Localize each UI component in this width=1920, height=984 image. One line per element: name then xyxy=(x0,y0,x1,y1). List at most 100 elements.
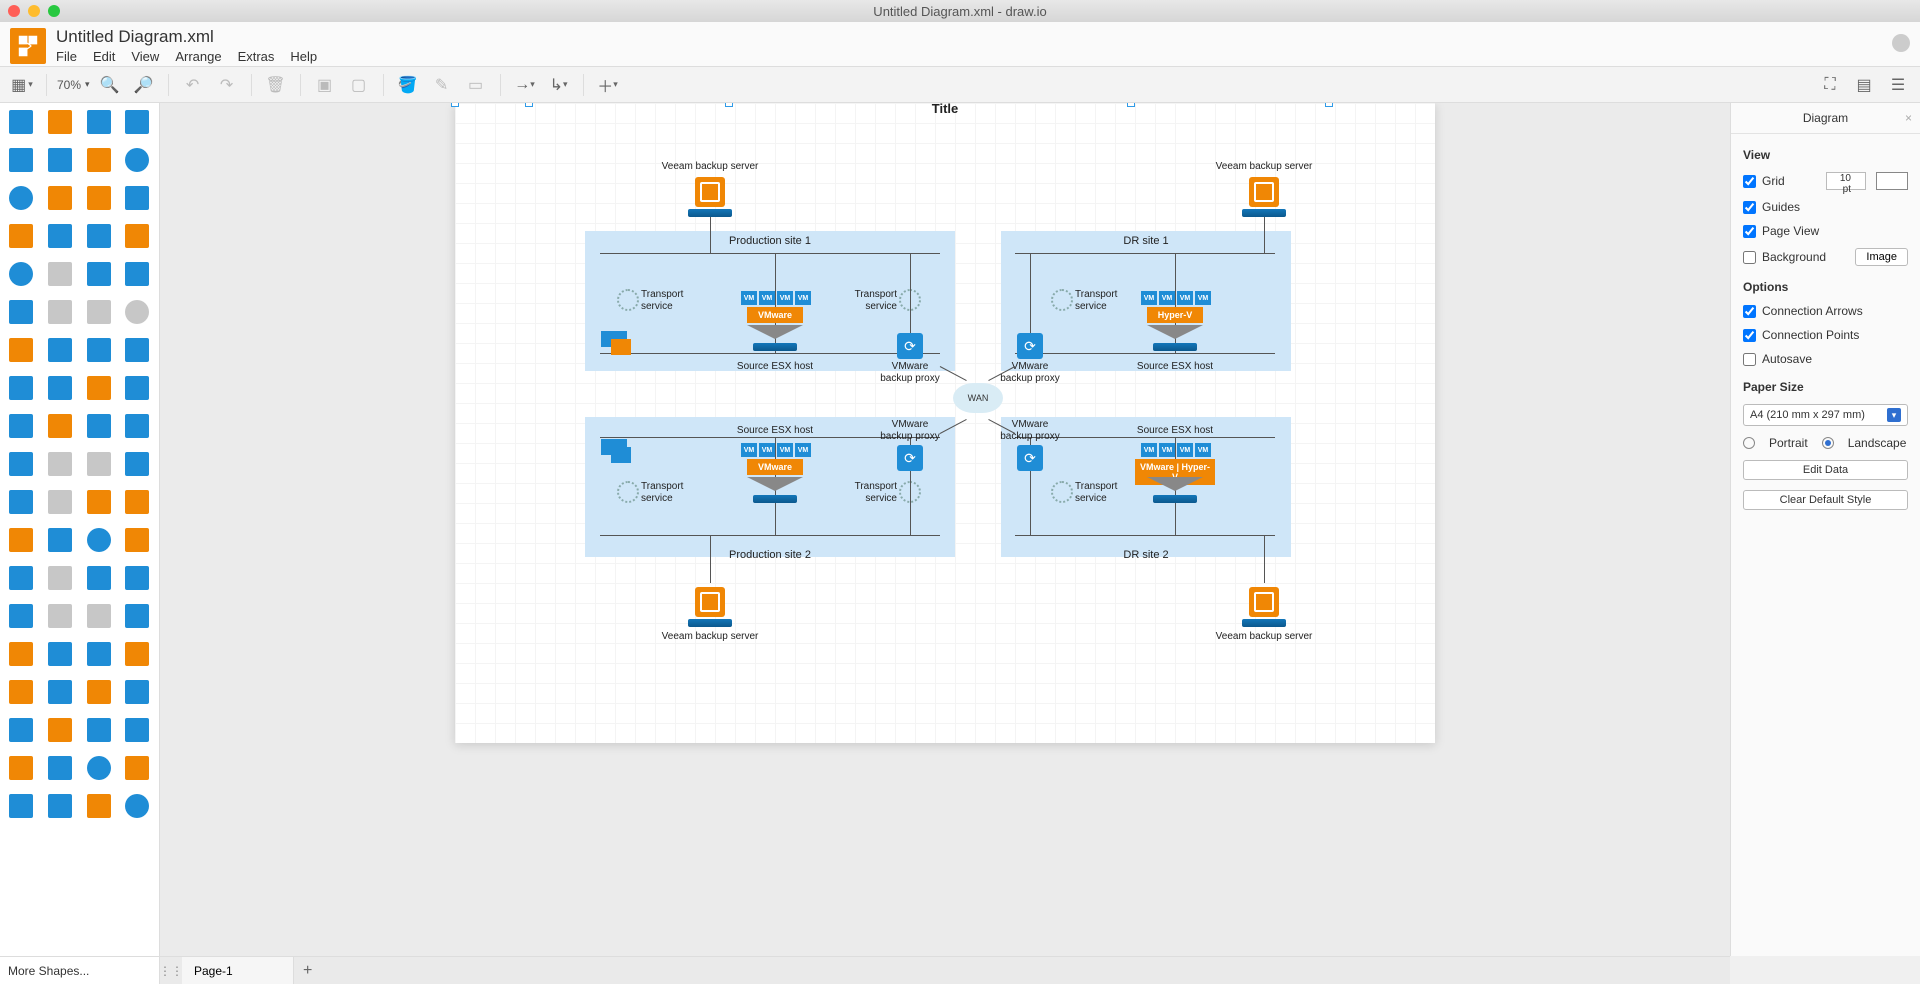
page[interactable]: Title WAN Production site 1 Veeam backup… xyxy=(455,103,1435,743)
to-back-button[interactable]: ▢ xyxy=(345,71,373,99)
proxy-icon[interactable]: ⟳ xyxy=(897,445,923,471)
vm-row[interactable]: VMVMVMVM xyxy=(741,291,811,305)
globe-icon[interactable] xyxy=(1892,34,1910,52)
minimize-window-button[interactable] xyxy=(28,5,40,17)
menu-file[interactable]: File xyxy=(56,49,77,64)
transport-label: Transport service xyxy=(641,481,691,504)
pageview-checkbox[interactable] xyxy=(1743,225,1756,238)
selection-handle[interactable] xyxy=(451,103,459,107)
close-icon[interactable]: × xyxy=(1905,111,1912,125)
connection-style-button[interactable]: →▾ xyxy=(511,71,539,99)
grid-checkbox[interactable] xyxy=(1743,175,1756,188)
redo-button[interactable]: ↷ xyxy=(213,71,241,99)
transport-label: Transport service xyxy=(847,289,897,312)
to-front-button[interactable]: ▣ xyxy=(311,71,339,99)
waypoint-style-button[interactable]: ↳▾ xyxy=(545,71,573,99)
autosave-checkbox[interactable] xyxy=(1743,353,1756,366)
page-title-shape[interactable]: Title xyxy=(932,103,959,116)
view-section-heading: View xyxy=(1743,148,1908,162)
veeam-server-icon[interactable] xyxy=(695,177,725,207)
site-label: Production site 1 xyxy=(729,235,811,247)
format-panel: Diagram× View Grid 10 pt Guides Page Vie… xyxy=(1730,103,1920,956)
paper-size-select[interactable]: A4 (210 mm x 297 mm)▾ xyxy=(1743,404,1908,426)
bus-line xyxy=(600,353,940,354)
hypervisor-label: VMware xyxy=(747,307,803,323)
hypervisor-label: Hyper-V xyxy=(1147,307,1203,323)
selection-handle[interactable] xyxy=(725,103,733,107)
background-checkbox[interactable] xyxy=(1743,251,1756,264)
conn-arrows-checkbox[interactable] xyxy=(1743,305,1756,318)
zoom-out-button[interactable]: 🔎 xyxy=(130,71,158,99)
format-panel-toggle[interactable]: ▤ xyxy=(1850,71,1878,99)
veeam-server-icon[interactable] xyxy=(1249,587,1279,617)
clear-style-button[interactable]: Clear Default Style xyxy=(1743,490,1908,510)
toolbar: ▦▾ 70%▾ 🔍 🔎 ↶ ↷ 🗑 ▣ ▢ 🪣 ✎ ▭ →▾ ↳▾ ＋▾ ⛶ ▤… xyxy=(0,67,1920,103)
menu-edit[interactable]: Edit xyxy=(93,49,115,64)
edit-data-button[interactable]: Edit Data xyxy=(1743,460,1908,480)
shadow-button[interactable]: ▭ xyxy=(462,71,490,99)
proxy-label: VMware backup proxy xyxy=(995,361,1065,384)
veeam-server-icon[interactable] xyxy=(695,587,725,617)
image-button[interactable]: Image xyxy=(1855,248,1908,266)
page-tabs-bar: ⋮⋮ Page-1 + xyxy=(160,956,1730,984)
proxy-icon[interactable]: ⟳ xyxy=(1017,445,1043,471)
zoom-value: 70% xyxy=(57,78,81,92)
fill-color-button[interactable]: 🪣 xyxy=(394,71,422,99)
portrait-radio[interactable] xyxy=(1743,437,1755,449)
fullscreen-button[interactable]: ⛶ xyxy=(1816,71,1844,99)
vm-row[interactable]: VMVMVMVM xyxy=(1141,443,1211,457)
selection-handle[interactable] xyxy=(1325,103,1333,107)
zoom-field[interactable]: 70%▾ xyxy=(57,78,90,92)
storage-icon[interactable] xyxy=(601,439,627,469)
conn-points-checkbox[interactable] xyxy=(1743,329,1756,342)
outline-toggle[interactable]: ☰ xyxy=(1884,71,1912,99)
proxy-label: VMware backup proxy xyxy=(875,361,945,384)
esx-label: Source ESX host xyxy=(735,361,815,373)
canvas[interactable]: Title WAN Production site 1 Veeam backup… xyxy=(160,103,1730,956)
bus-line xyxy=(1015,535,1275,536)
undo-button[interactable]: ↶ xyxy=(179,71,207,99)
line-color-button[interactable]: ✎ xyxy=(428,71,456,99)
close-window-button[interactable] xyxy=(8,5,20,17)
grid-label: Grid xyxy=(1762,174,1785,188)
veeam-server-icon[interactable] xyxy=(1249,177,1279,207)
menu-view[interactable]: View xyxy=(131,49,159,64)
document-title[interactable]: Untitled Diagram.xml xyxy=(56,27,317,47)
grid-color-swatch[interactable] xyxy=(1876,172,1908,190)
insert-button[interactable]: ＋▾ xyxy=(594,71,622,99)
options-section-heading: Options xyxy=(1743,280,1908,294)
add-page-button[interactable]: + xyxy=(294,957,322,984)
zoom-in-button[interactable]: 🔍 xyxy=(96,71,124,99)
grip-icon[interactable]: ⋮⋮ xyxy=(160,957,182,984)
zoom-window-button[interactable] xyxy=(48,5,60,17)
app-header: Untitled Diagram.xml File Edit View Arra… xyxy=(0,22,1920,67)
grid-size-input[interactable]: 10 pt xyxy=(1826,172,1866,190)
menu-help[interactable]: Help xyxy=(290,49,317,64)
page-tab-1[interactable]: Page-1 xyxy=(182,957,294,984)
veeam-label: Veeam backup server xyxy=(655,161,765,173)
storage-icon[interactable] xyxy=(601,331,627,361)
wan-cloud[interactable]: WAN xyxy=(953,383,1003,413)
conn-arrows-label: Connection Arrows xyxy=(1762,304,1863,318)
proxy-icon[interactable]: ⟳ xyxy=(897,333,923,359)
delete-button[interactable]: 🗑 xyxy=(262,71,290,99)
landscape-radio[interactable] xyxy=(1822,437,1834,449)
format-panel-title: Diagram× xyxy=(1731,103,1920,134)
selection-handle[interactable] xyxy=(525,103,533,107)
vm-row[interactable]: VMVMVMVM xyxy=(741,443,811,457)
pageview-label: Page View xyxy=(1762,224,1819,238)
shapes-panel[interactable] xyxy=(0,103,160,956)
guides-checkbox[interactable] xyxy=(1743,201,1756,214)
menu-arrange[interactable]: Arrange xyxy=(175,49,221,64)
menu-extras[interactable]: Extras xyxy=(238,49,275,64)
more-shapes-button[interactable]: More Shapes... xyxy=(0,956,160,984)
proxy-icon[interactable]: ⟳ xyxy=(1017,333,1043,359)
vm-row[interactable]: VMVMVMVM xyxy=(1141,291,1211,305)
proxy-label: VMware backup proxy xyxy=(995,419,1065,442)
selection-handle[interactable] xyxy=(1127,103,1135,107)
connector xyxy=(1264,535,1265,583)
view-dropdown-button[interactable]: ▦▾ xyxy=(8,71,36,99)
bus-line xyxy=(600,253,940,254)
transport-label: Transport service xyxy=(1075,289,1125,312)
spinner-icon xyxy=(1051,289,1073,311)
